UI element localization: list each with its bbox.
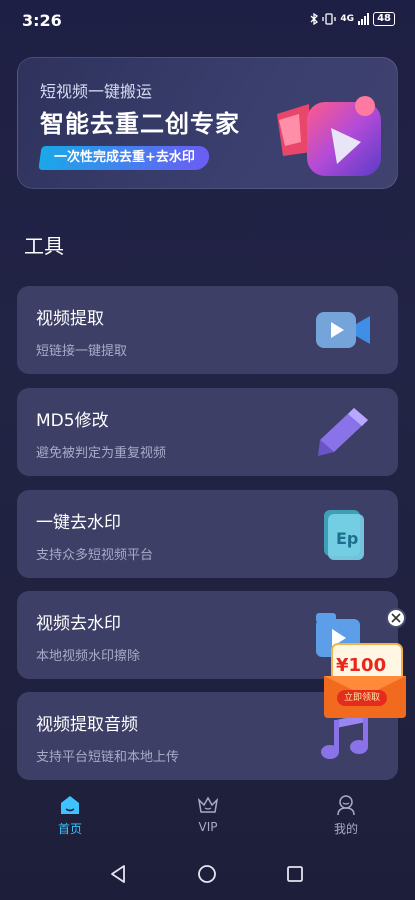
- tool-title: 视频提取: [36, 309, 104, 329]
- network-type: 4G: [340, 14, 355, 24]
- home-circle-icon[interactable]: [195, 862, 219, 886]
- tool-card-video-extract[interactable]: 视频提取 短链接一键提取: [17, 286, 398, 374]
- tool-title: 视频提取音频: [36, 715, 138, 735]
- tab-label: 我的: [333, 822, 358, 836]
- tab-vip[interactable]: VIP: [168, 794, 248, 834]
- back-icon[interactable]: [106, 862, 130, 886]
- promo-claim-button[interactable]: 立即领取: [337, 690, 387, 706]
- tool-card-one-click-watermark[interactable]: 一键去水印 支持众多短视频平台 Ep: [17, 490, 398, 578]
- tool-subtitle: 本地视频水印擦除: [36, 649, 141, 664]
- recents-icon[interactable]: [283, 862, 307, 886]
- promo-amount: ¥100: [336, 655, 387, 676]
- video-camera-icon: [316, 312, 370, 348]
- home-icon: [61, 796, 79, 814]
- status-time: 3:26: [22, 11, 62, 30]
- watermark-remove-icon: Ep: [324, 510, 364, 560]
- banner-kicker: 短视频一键搬运: [40, 82, 153, 101]
- tool-subtitle: 避免被判定为重复视频: [36, 446, 167, 461]
- tool-subtitle: 支持众多短视频平台: [36, 548, 154, 563]
- banner-pill-label: 一次性完成去重+去水印: [54, 150, 195, 165]
- status-icons: 4G 48: [310, 12, 395, 26]
- banner-title: 智能去重二创专家: [40, 110, 240, 138]
- tab-bar: 首页 VIP 我的: [0, 780, 415, 846]
- battery-icon: 48: [373, 12, 395, 26]
- system-nav-bar: [0, 846, 415, 900]
- status-bar: 3:26 4G 48: [0, 0, 415, 40]
- tab-profile[interactable]: 我的: [306, 794, 386, 837]
- svg-text:Ep: Ep: [336, 529, 358, 548]
- video-camera-3d-icon: [277, 96, 381, 176]
- coupon-badge[interactable]: [322, 640, 408, 718]
- bluetooth-icon: [310, 13, 319, 25]
- tool-subtitle: 短链接一键提取: [36, 344, 128, 359]
- signal-icon: [358, 13, 370, 25]
- pen-icon: [318, 408, 368, 456]
- section-title: 工具: [24, 234, 64, 258]
- banner-pill: 一次性完成去重+去水印: [38, 146, 211, 170]
- tool-title: 视频去水印: [36, 614, 121, 634]
- tool-card-md5-modify[interactable]: MD5修改 避免被判定为重复视频: [17, 388, 398, 476]
- crown-icon: [197, 796, 219, 813]
- tool-title: MD5修改: [36, 411, 109, 431]
- tool-title: 一键去水印: [36, 513, 121, 533]
- promo-banner[interactable]: 短视频一键搬运 智能去重二创专家 一次性完成去重+去水印: [17, 57, 398, 189]
- profile-icon: [337, 795, 355, 816]
- tab-label: 首页: [57, 822, 82, 836]
- tab-home[interactable]: 首页: [30, 794, 110, 837]
- tool-subtitle: 支持平台短链和本地上传: [36, 750, 180, 765]
- close-icon: [391, 613, 401, 623]
- promo-close-button[interactable]: [386, 608, 406, 628]
- vibrate-icon: [322, 13, 337, 25]
- tab-label: VIP: [198, 820, 218, 834]
